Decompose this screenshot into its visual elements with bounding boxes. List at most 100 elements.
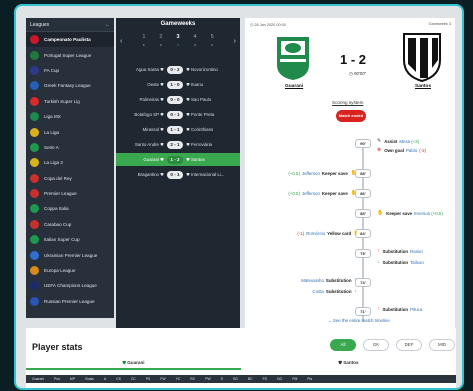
gameweek-number[interactable]: 3 • (176, 33, 179, 49)
stats-column-header[interactable]: RC (190, 377, 195, 381)
team-badge-icon: ⛊ (160, 97, 164, 102)
league-item[interactable]: Turkish Super Lig (26, 94, 114, 109)
league-item[interactable]: Copa del Rey (26, 171, 114, 186)
league-item-label: Greek Fantasy League (44, 83, 91, 89)
glove-icon: ✋ (377, 210, 384, 216)
away-team-name[interactable]: Santos (415, 84, 431, 89)
team-badge-icon: ⛊ (160, 82, 164, 87)
match-row[interactable]: Oeste ⛊ 1 - 0 ⛊ Ituano (116, 78, 240, 91)
league-item[interactable]: La Liga 2 (26, 155, 114, 170)
event-player[interactable]: Tailson (410, 260, 424, 265)
event-player[interactable]: Everson (414, 211, 430, 216)
own-goal-icon: ⊗ (377, 147, 382, 153)
stats-column-header[interactable]: CC (131, 377, 136, 381)
match-row[interactable]: Bragantino ⛊ 0 - 1 ⛊ Internacional Li... (116, 168, 240, 181)
event-player[interactable]: Pituca (410, 307, 422, 312)
event-player[interactable]: Pablo (406, 148, 417, 153)
match-score-pill: 0 - 2 (167, 65, 183, 74)
league-item[interactable]: La Liga (26, 124, 114, 139)
event-player[interactable]: Jefferson (302, 171, 320, 176)
stats-column-header[interactable]: SG (233, 377, 238, 381)
stats-column-header[interactable]: CS (116, 377, 121, 381)
league-flag-icon (30, 112, 39, 122)
stats-column-header[interactable]: FW (160, 377, 165, 381)
stats-column-header[interactable]: Goals (85, 377, 94, 381)
stats-column-header[interactable]: Guarani (32, 377, 44, 381)
stats-column-header[interactable]: MP (70, 377, 75, 381)
league-item[interactable]: Ukrainian Premier League (26, 247, 114, 262)
chevron-right-icon[interactable]: › (234, 38, 236, 45)
arrow-left-icon[interactable]: ← (105, 22, 110, 28)
stats-column-header[interactable]: FS (263, 377, 267, 381)
league-item[interactable]: Liga MX (26, 109, 114, 124)
match-away-team: Ferroviária (191, 142, 212, 147)
event-player[interactable]: Mesa (399, 139, 410, 144)
match-home-team: Agua Santa (136, 67, 159, 72)
league-item[interactable]: Russian Premier League (26, 294, 114, 309)
event-label: Substitution (325, 277, 352, 283)
stats-column-header[interactable]: A (104, 377, 106, 381)
leagues-header: Leagues ← (26, 18, 114, 32)
match-row[interactable]: Guarani ⛊ 1 - 2 ⛊ Santos (116, 153, 240, 166)
event-player[interactable]: Romércio (306, 231, 325, 236)
league-item[interactable]: Premier League (26, 186, 114, 201)
stats-column-header[interactable]: YC (176, 377, 181, 381)
match-row[interactable]: Mirassol ⛊ 1 - 1 ⛊ Corinthians (116, 123, 240, 136)
tab-mid[interactable]: MID (429, 339, 455, 351)
see-timeline-link[interactable]: ⌄ See the entire match timeline (328, 318, 390, 324)
league-item[interactable]: Italian Super Cup (26, 232, 114, 247)
chevron-left-icon[interactable]: ‹ (120, 38, 122, 45)
gameweeks-panel: Gameweeks ‹ 1 • 2 • 3 • 4 • 5 • › Agua Santa ⛊ 0 - … (116, 18, 240, 328)
gameweek-number[interactable]: 5 • (211, 33, 214, 49)
gameweek-number[interactable]: 4 • (194, 33, 197, 49)
team-badge-icon: ⛊ (160, 157, 164, 162)
league-item[interactable]: Carabao Cup (26, 217, 114, 232)
tab-for[interactable]: FOR (462, 339, 464, 351)
league-flag-icon (30, 158, 39, 168)
tab-def[interactable]: DEF (396, 339, 422, 351)
stats-column-header[interactable]: Pts (307, 377, 312, 381)
gameweek-number[interactable]: 1 • (142, 33, 145, 49)
match-detail: ◷ 28 Jan 2020 00:00 Gameweek 3 1 - 2 ◷ 9… (245, 18, 455, 328)
arrow-down-icon: ↓ (354, 288, 358, 294)
tab-gk[interactable]: GK (363, 339, 389, 351)
stats-column-header[interactable]: S (221, 377, 223, 381)
match-score: 1 - 2 (340, 52, 367, 67)
event-player[interactable]: Jefferson (302, 191, 320, 196)
santos-crest-icon (403, 33, 441, 82)
stats-column-header[interactable]: PS (146, 377, 151, 381)
scoring-system-link[interactable]: Scoring system (332, 100, 363, 105)
team-tab-away[interactable]: ⛊ Santos (241, 360, 456, 370)
tab-all[interactable]: All (330, 339, 356, 351)
league-item[interactable]: Serie A (26, 140, 114, 155)
league-item[interactable]: Portugal Super League (26, 47, 114, 62)
league-item[interactable]: Europa League (26, 263, 114, 278)
league-item[interactable]: Coppa Italia (26, 201, 114, 216)
event-player[interactable]: Mateusinho (301, 278, 324, 283)
league-item[interactable]: UEFA Champions League (26, 278, 114, 293)
gameweek-number[interactable]: 2 • (159, 33, 162, 49)
match-row[interactable]: Botafogo SP ⛊ 0 - 1 ⛊ Ponte Preta (116, 108, 240, 121)
event-player[interactable]: Raniel (410, 249, 422, 254)
stats-column-header[interactable]: OG (277, 377, 282, 381)
league-item-label: La Liga 2 (44, 160, 63, 166)
team-tabs: ⛊ Guarani ⛊ Santos (26, 360, 456, 370)
league-item[interactable]: Greek Fantasy League (26, 78, 114, 93)
match-away-team: Novorizontino (191, 67, 218, 72)
match-row[interactable]: Agua Santa ⛊ 0 - 2 ⛊ Novorizontino (116, 63, 240, 76)
event-minute: 79' (355, 249, 371, 258)
home-team-name[interactable]: Guarani (285, 84, 303, 89)
stats-column-header[interactable]: PW (205, 377, 210, 381)
team-tab-home[interactable]: ⛊ Guarani (26, 360, 241, 370)
stats-column-header[interactable]: BC (248, 377, 253, 381)
league-item[interactable]: Campeonato Paulista (26, 32, 114, 48)
stats-column-header[interactable]: Pos (54, 377, 60, 381)
league-item[interactable]: FA Cup (26, 63, 114, 78)
match-row[interactable]: Palmeiras ⛊ 0 - 0 ⛊ Sao Paulo (116, 93, 240, 106)
stats-column-header[interactable]: PM (292, 377, 297, 381)
event-player[interactable]: Costa (312, 289, 323, 294)
league-item-label: Coppa Italia (44, 206, 69, 212)
teams-header: 1 - 2 ◷ 90'00" (245, 27, 455, 89)
match-score-pill: 1 - 2 (167, 155, 183, 164)
match-row[interactable]: Santo Andre ⛊ 2 - 1 ⛊ Ferroviária (116, 138, 240, 151)
